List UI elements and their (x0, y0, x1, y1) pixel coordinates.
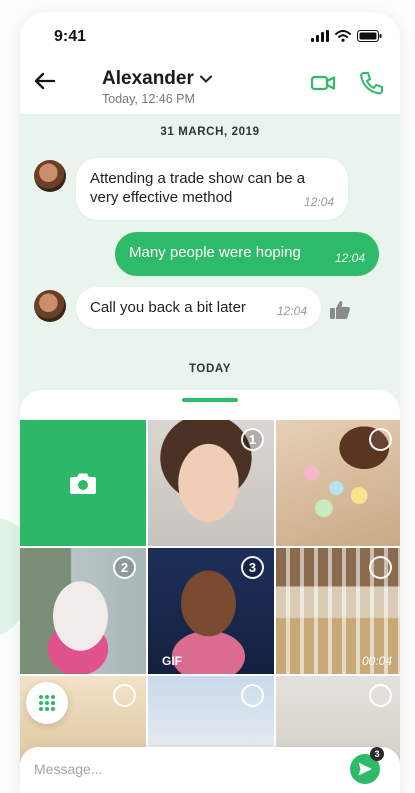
video-thumbnail[interactable]: 00:04 (276, 548, 400, 674)
gif-label: GIF (162, 654, 182, 668)
incoming-message-bubble[interactable]: Attending a trade show can be a very eff… (76, 158, 348, 220)
message-time: 12:04 (334, 251, 365, 265)
message-text: Call you back a bit later (90, 299, 246, 316)
today-divider: TODAY (189, 363, 231, 375)
video-duration: 00:04 (361, 654, 392, 668)
message-time: 12:04 (276, 304, 307, 318)
send-icon (358, 762, 372, 776)
status-time: 9:41 (54, 28, 87, 45)
phone-call-icon[interactable] (358, 70, 384, 96)
drag-handle[interactable] (182, 398, 238, 402)
contact-name: Alexander (102, 68, 194, 89)
contact-name-button[interactable]: Alexander (102, 68, 212, 90)
selection-circle[interactable] (369, 684, 392, 707)
photo-thumbnail[interactable]: 1 (148, 420, 274, 546)
grid-dots-icon (39, 695, 55, 711)
thumbs-up-icon[interactable] (328, 298, 352, 322)
battery-icon (357, 30, 382, 42)
selection-circle[interactable] (241, 684, 264, 707)
camera-tile[interactable] (20, 420, 146, 546)
chat-header: Alexander Today, 12:46 PM (20, 58, 400, 114)
selection-circle[interactable] (369, 556, 392, 579)
apps-menu-button[interactable] (26, 682, 68, 724)
date-divider: 31 MARCH, 2019 (160, 126, 260, 138)
photo-thumbnail[interactable] (276, 420, 400, 546)
message-composer: 3 (20, 747, 400, 793)
incoming-message-bubble[interactable]: Call you back a bit later 12:04 (76, 287, 321, 329)
chevron-down-icon (199, 75, 212, 83)
media-picker-sheet: 1 2 3 GIF 00:04 Message... 3 (20, 390, 400, 793)
status-bar: 9:41 (20, 12, 400, 58)
last-seen: Today, 12:46 PM (102, 92, 195, 106)
selection-circle[interactable] (113, 684, 136, 707)
selected-count-badge: 3 (370, 747, 384, 761)
screen: 9:41 Alexander Today, 12:46 PM 31 MARCH,… (0, 0, 415, 793)
phone-frame: 9:41 Alexander Today, 12:46 PM 31 MARCH,… (20, 12, 400, 793)
photo-thumbnail[interactable]: 3 GIF (148, 548, 274, 674)
video-call-icon[interactable] (310, 70, 336, 96)
selection-circle[interactable] (369, 428, 392, 451)
message-input[interactable] (34, 761, 334, 777)
wifi-icon (335, 30, 351, 42)
photo-thumbnail[interactable]: 2 (20, 548, 146, 674)
message-text: Many people were hoping (129, 244, 301, 261)
message-time: 12:04 (303, 195, 334, 209)
signal-icon (311, 30, 329, 42)
system-icons (311, 30, 382, 42)
camera-icon (70, 473, 96, 494)
media-grid: 1 2 3 GIF 00:04 (20, 420, 400, 793)
selection-counter[interactable]: 2 (113, 556, 136, 579)
message-text: Attending a trade show can be a very eff… (90, 170, 306, 206)
outgoing-message-bubble[interactable]: Many people were hoping 12:04 (115, 232, 379, 276)
avatar[interactable] (34, 160, 66, 192)
avatar[interactable] (34, 290, 66, 322)
back-arrow-icon[interactable] (32, 68, 58, 94)
selection-counter[interactable]: 3 (241, 556, 264, 579)
selection-counter[interactable]: 1 (241, 428, 264, 451)
